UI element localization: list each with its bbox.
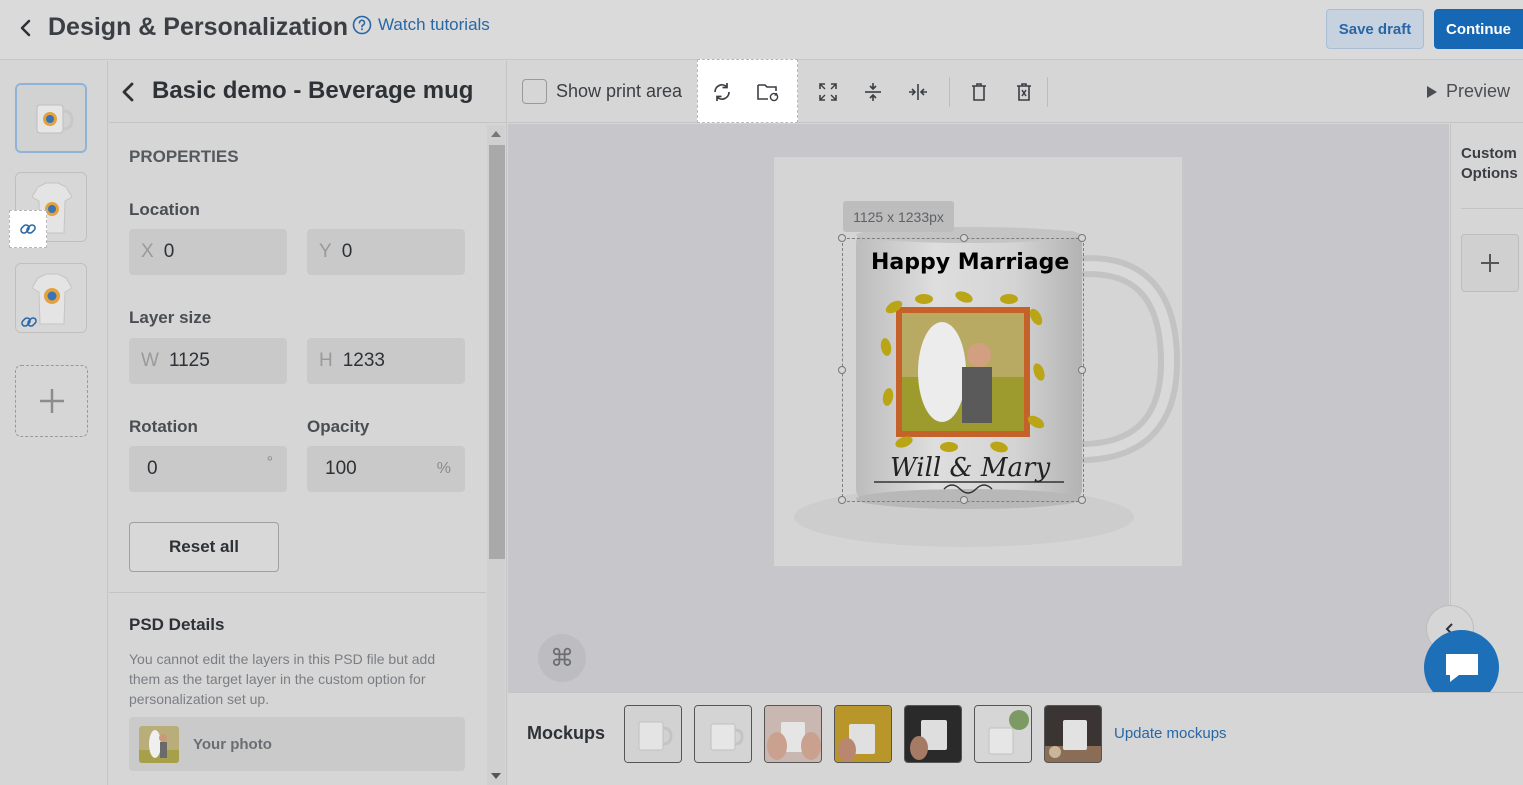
mug-print-signature: Will & Mary (890, 453, 1051, 483)
your-photo-layer[interactable]: Your photo (129, 717, 465, 771)
linked-badge[interactable] (16, 309, 42, 335)
layer-size-tag: 1125 x 1233px (843, 201, 954, 232)
keyboard-shortcuts-button[interactable]: ⌘ (538, 634, 586, 682)
mockup-thumbnail[interactable] (974, 705, 1032, 763)
help-circle-icon (352, 15, 372, 35)
resize-handle[interactable] (838, 366, 846, 374)
mockups-bar: Mockups Update mockups (508, 692, 1523, 785)
save-draft-button[interactable]: Save draft (1326, 9, 1424, 49)
watch-tutorials-label: Watch tutorials (378, 15, 490, 34)
layer-height-field[interactable]: H 1233 (307, 338, 465, 384)
location-y-field[interactable]: Y0 (307, 229, 465, 275)
reset-all-button[interactable]: Reset all (129, 522, 279, 572)
plus-icon (1479, 252, 1501, 274)
replace-icon[interactable] (709, 79, 735, 105)
design-thumbnail-mug[interactable] (15, 83, 87, 153)
linked-badge-highlighted[interactable] (9, 210, 47, 248)
divider (1461, 208, 1523, 209)
mockup-thumbnail[interactable] (764, 705, 822, 763)
watch-tutorials-link[interactable]: Watch tutorials (352, 15, 490, 35)
resize-handle[interactable] (1078, 234, 1086, 242)
properties-panel: Basic demo - Beverage mug PROPERTIES Loc… (109, 61, 507, 785)
link-icon (19, 220, 37, 238)
psd-description: You cannot edit the layers in this PSD f… (129, 651, 436, 707)
play-icon (1426, 85, 1438, 99)
divider (109, 592, 486, 593)
page-title: Design & Personalization (48, 13, 349, 41)
command-icon: ⌘ (550, 644, 574, 672)
design-thumbnail-rail (0, 61, 108, 785)
rotation-field[interactable]: 0 ° (129, 446, 287, 492)
mockups-label: Mockups (527, 723, 606, 743)
fit-icon[interactable] (815, 79, 841, 105)
show-print-area-checkbox[interactable] (522, 79, 547, 104)
scroll-down-arrow[interactable] (491, 773, 501, 779)
opacity-label: Opacity (307, 417, 370, 436)
align-vertical-center-icon[interactable] (860, 79, 886, 105)
add-custom-option-button[interactable] (1461, 234, 1519, 292)
resize-handle[interactable] (960, 496, 968, 504)
link-icon (20, 313, 38, 331)
continue-button[interactable]: Continue (1434, 9, 1523, 49)
resize-handle[interactable] (838, 234, 846, 242)
chat-bubble-icon (1443, 651, 1481, 685)
top-bar: Design & Personalization Watch tutorials… (0, 0, 1523, 60)
location-x-field[interactable]: X0 (129, 229, 287, 275)
update-mockups-link[interactable]: Update mockups (1114, 725, 1227, 742)
align-horizontal-center-icon[interactable] (905, 79, 931, 105)
mockup-thumbnail[interactable] (624, 705, 682, 763)
design-canvas[interactable]: 1125 x 1233px Happy Marriage Will & Mary… (508, 124, 1449, 692)
panel-header: Basic demo - Beverage mug (109, 61, 507, 123)
your-photo-label: Your photo (193, 736, 272, 753)
psd-details-heading: PSD Details (129, 615, 225, 634)
resize-handle[interactable] (1078, 366, 1086, 374)
resize-handle[interactable] (838, 496, 846, 504)
layer-width-field[interactable]: W 1125 (129, 338, 287, 384)
preview-label: Preview (1446, 81, 1511, 101)
panel-scrollbar[interactable] (487, 125, 505, 785)
mockup-thumbnail[interactable] (904, 705, 962, 763)
back-icon[interactable] (14, 16, 38, 40)
properties-heading: PROPERTIES (129, 147, 239, 166)
toolbar-separator (1047, 77, 1048, 107)
back-arrow-icon[interactable] (115, 79, 141, 105)
custom-options-title: Custom Options (1461, 145, 1518, 182)
mockup-thumbnail[interactable] (834, 705, 892, 763)
add-design-button[interactable] (15, 365, 88, 437)
mockup-thumbnail[interactable] (1044, 705, 1102, 763)
resize-handle[interactable] (960, 234, 968, 242)
editor-toolbar: Show print area Preview (508, 59, 1523, 123)
rotation-label: Rotation (129, 417, 198, 436)
resize-handle[interactable] (1078, 496, 1086, 504)
delete-all-icon[interactable] (1011, 79, 1037, 105)
mug-print-title: Happy Marriage (871, 250, 1070, 275)
opacity-field[interactable]: 100 % (307, 446, 465, 492)
preview-button[interactable]: Preview (1426, 81, 1510, 102)
location-label: Location (129, 200, 200, 219)
scroll-thumb[interactable] (489, 145, 505, 559)
show-print-area-label: Show print area (556, 81, 683, 101)
scroll-up-arrow[interactable] (491, 131, 501, 137)
toolbar-separator (949, 77, 950, 107)
photo-thumbnail (139, 726, 179, 763)
plus-icon (37, 386, 67, 416)
mockup-thumbnail[interactable] (694, 705, 752, 763)
product-title: Basic demo - Beverage mug (152, 77, 474, 104)
delete-icon[interactable] (966, 79, 992, 105)
layer-size-label: Layer size (129, 308, 212, 327)
replace-folder-icon[interactable] (755, 79, 781, 105)
